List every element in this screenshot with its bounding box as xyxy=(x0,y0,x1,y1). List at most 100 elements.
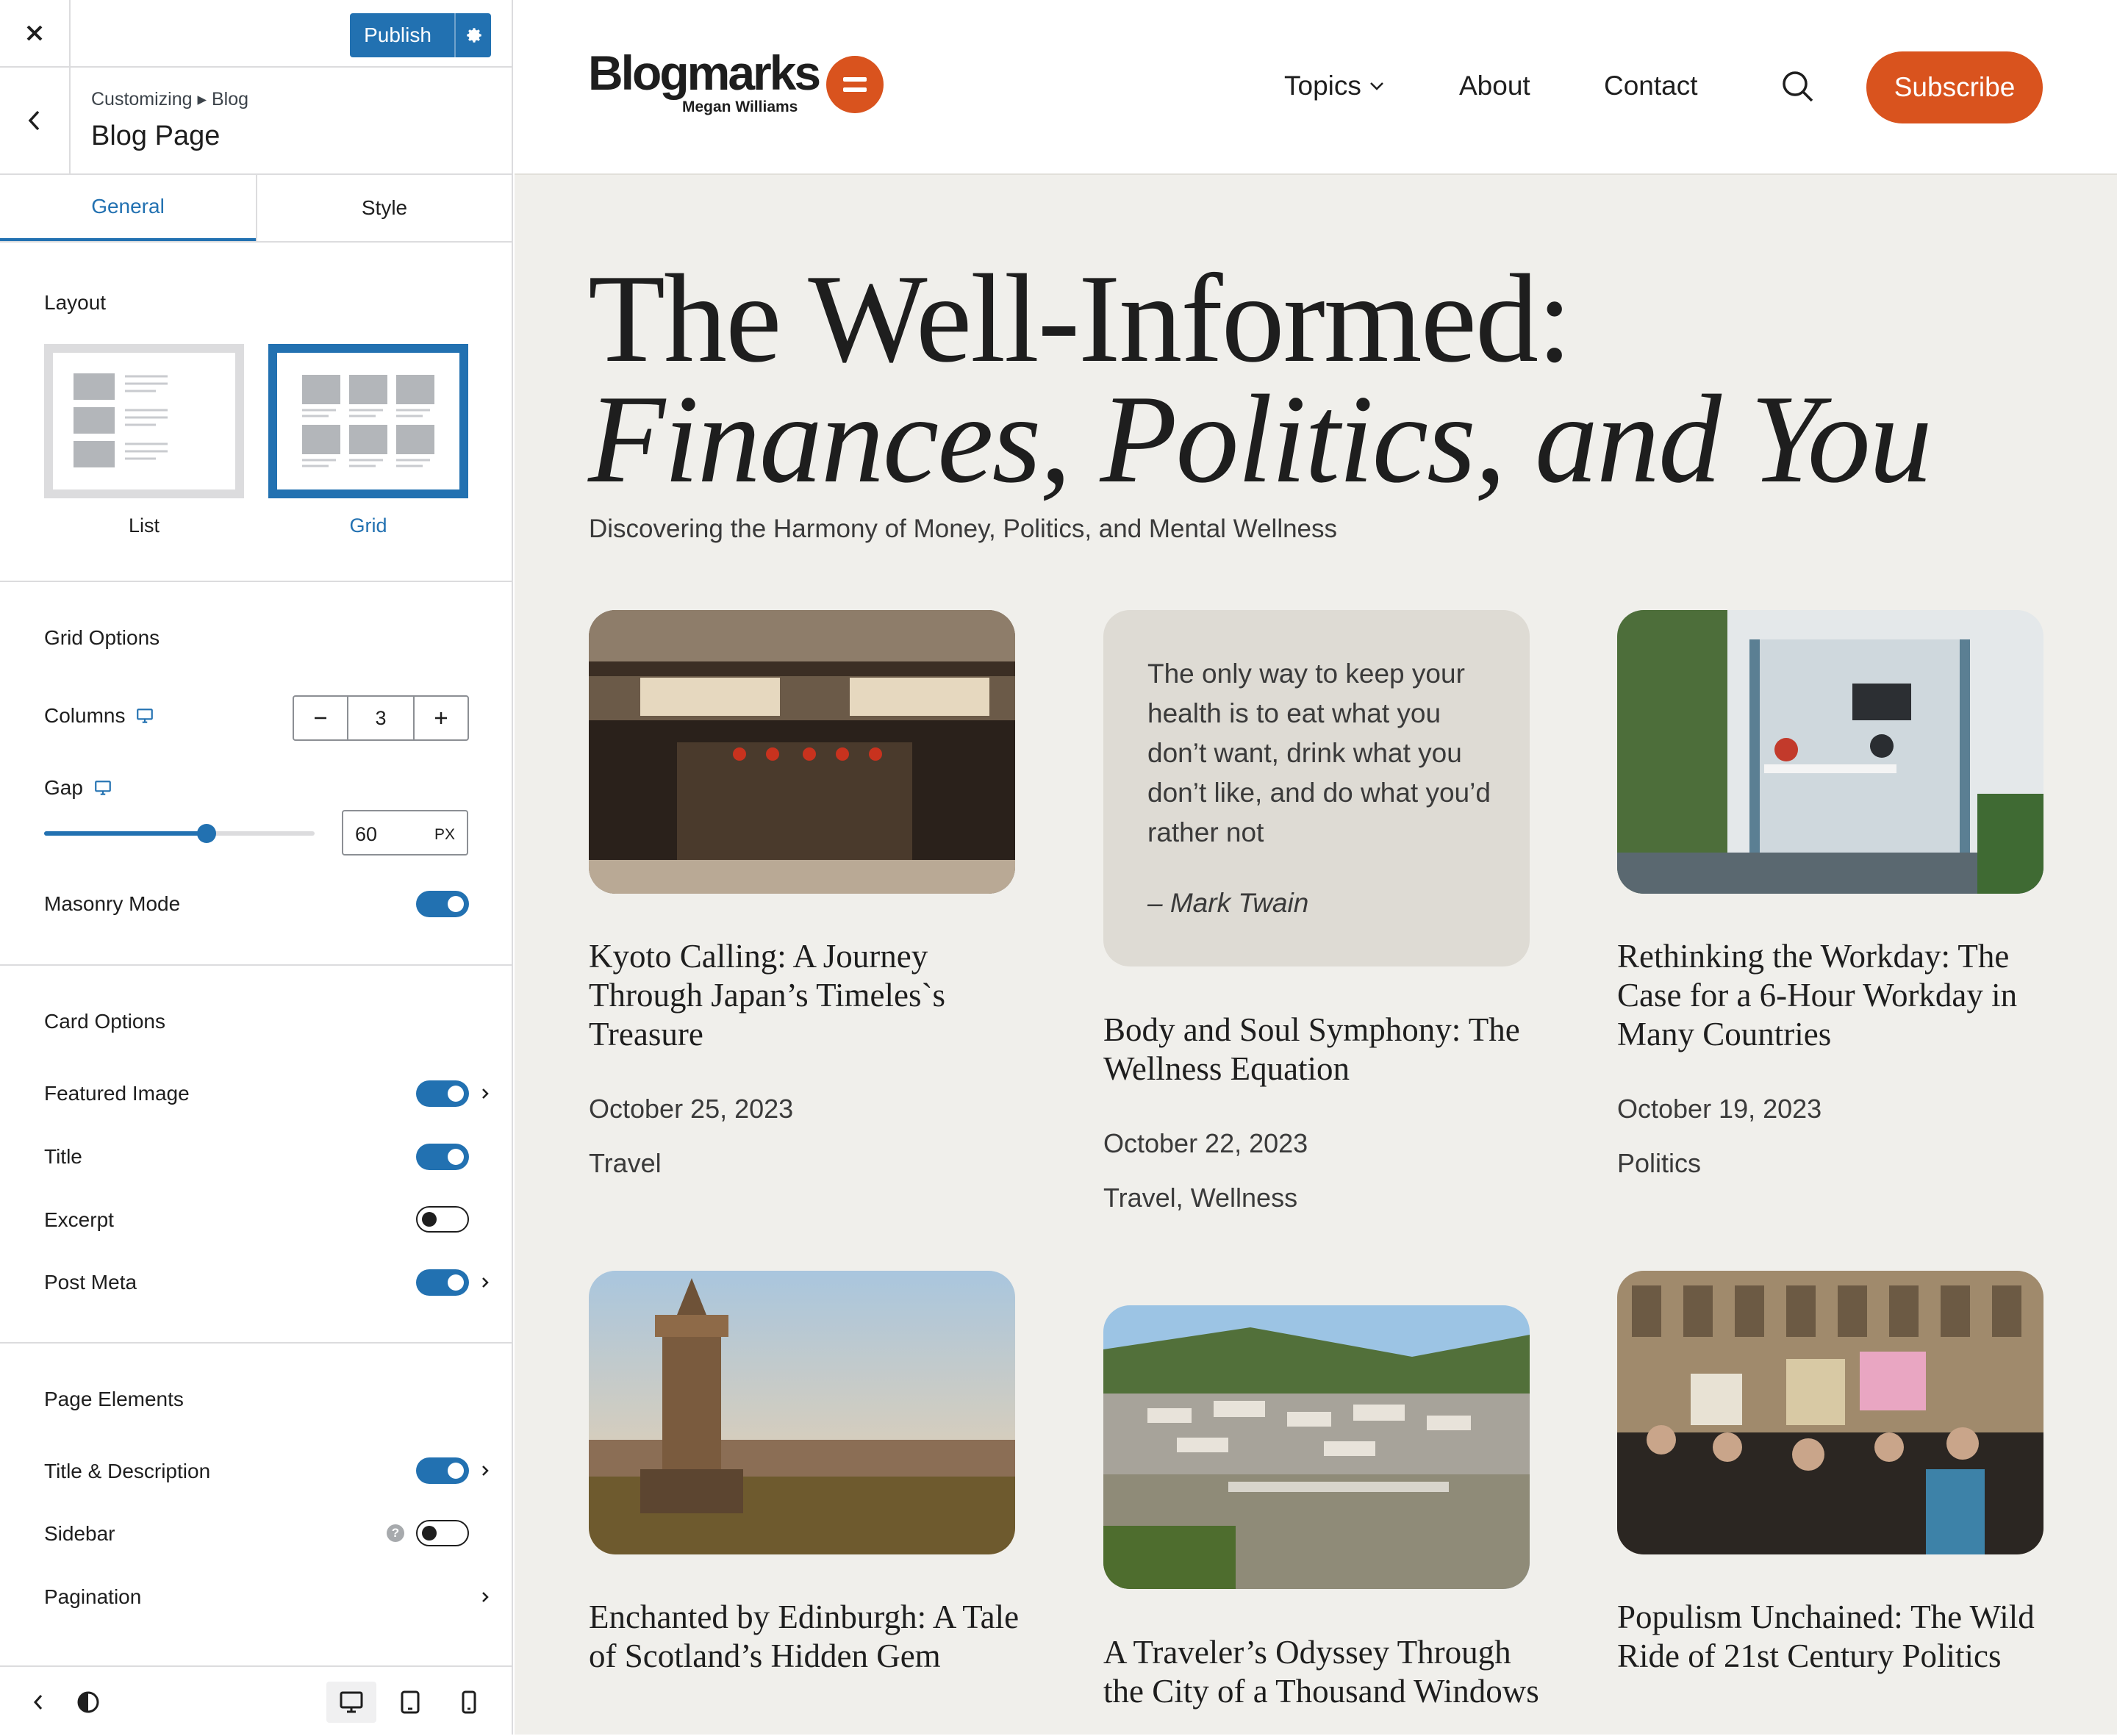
publish-button[interactable]: Publish xyxy=(350,13,491,57)
pagination-label: Pagination xyxy=(44,1585,142,1608)
gap-input[interactable]: 60 PX xyxy=(342,810,468,856)
gap-label-row: Gap xyxy=(44,776,112,800)
grid-options-title: Grid Options xyxy=(44,626,160,649)
site-author: Megan Williams xyxy=(682,98,798,115)
quote-text: The only way to keep your health is to e… xyxy=(1147,659,1491,847)
post-title[interactable]: Enchanted by Edinburgh: A Tale of Scotla… xyxy=(589,1598,1030,1676)
featured-image-label: Featured Image xyxy=(44,1082,190,1105)
post-featured-image[interactable] xyxy=(589,610,1015,894)
gap-slider[interactable] xyxy=(44,824,315,843)
post-category[interactable]: Travel xyxy=(589,1148,662,1179)
post-date: October 19, 2023 xyxy=(1617,1094,1822,1124)
masonry-toggle[interactable] xyxy=(416,891,469,917)
post-title[interactable]: A Traveler’s Odyssey Through the City of… xyxy=(1103,1633,1544,1711)
sidebar-toggle[interactable] xyxy=(416,1520,469,1546)
contrast-toggle-button[interactable] xyxy=(69,1682,107,1723)
chevron-right-icon[interactable] xyxy=(478,1463,492,1478)
gear-icon xyxy=(467,28,481,43)
contrast-icon xyxy=(77,1691,99,1713)
mobile-preview-button[interactable] xyxy=(450,1682,488,1723)
blog-title-line2: Finances, Politics, and You xyxy=(588,370,1932,509)
site-header: Blogmarks Megan Williams Topics About Co… xyxy=(515,0,2117,175)
nav-topics[interactable]: Topics xyxy=(1284,71,1385,101)
collapse-sidebar-button[interactable] xyxy=(19,1682,57,1723)
decrement-button[interactable] xyxy=(294,697,347,739)
publish-settings-button[interactable] xyxy=(454,13,492,57)
columns-label: Columns xyxy=(44,704,126,727)
list-layout-icon xyxy=(74,373,168,467)
post-category[interactable]: Travel, Wellness xyxy=(1103,1183,1297,1213)
title-toggle[interactable] xyxy=(416,1144,469,1170)
search-icon xyxy=(1783,71,1813,102)
gap-label: Gap xyxy=(44,776,83,799)
gap-slider-handle[interactable] xyxy=(196,824,216,843)
post-featured-image[interactable] xyxy=(1103,1305,1530,1589)
gap-unit: PX xyxy=(434,826,455,843)
increment-button[interactable] xyxy=(415,697,468,739)
help-icon[interactable]: ? xyxy=(387,1524,404,1542)
customizer-section-header: Customizing ▸ Blog Blog Page xyxy=(0,68,512,175)
excerpt-label: Excerpt xyxy=(44,1208,114,1231)
layout-option-list-label: List xyxy=(128,514,160,537)
chevron-right-icon[interactable] xyxy=(478,1275,492,1290)
page-title: Blog Page xyxy=(91,121,221,151)
chevron-left-icon xyxy=(28,110,40,131)
edinburgh-monument-image xyxy=(589,1271,1015,1554)
berat-city-image xyxy=(1103,1305,1530,1589)
grid-layout-icon xyxy=(302,375,434,467)
tab-style[interactable]: Style xyxy=(256,175,512,241)
excerpt-toggle[interactable] xyxy=(416,1206,469,1233)
search-button[interactable] xyxy=(1780,69,1816,108)
title-description-toggle[interactable] xyxy=(416,1457,469,1484)
gap-slider-fill xyxy=(44,831,207,836)
title-description-label: Title & Description xyxy=(44,1460,211,1482)
columns-value[interactable]: 3 xyxy=(347,697,415,739)
post-meta-toggle[interactable] xyxy=(416,1269,469,1296)
customizer-tabs: General Style xyxy=(0,175,512,243)
columns-stepper: 3 xyxy=(293,695,469,741)
subscribe-button[interactable]: Subscribe xyxy=(1866,51,2043,123)
layout-option-list[interactable] xyxy=(44,344,244,498)
layout-option-grid[interactable] xyxy=(268,344,468,498)
post-meta-label: Post Meta xyxy=(44,1271,137,1294)
post-category[interactable]: Politics xyxy=(1617,1148,1701,1179)
post-featured-image[interactable] xyxy=(1617,610,2043,894)
close-button[interactable] xyxy=(0,0,71,66)
section-divider xyxy=(0,964,512,966)
desktop-preview-button[interactable] xyxy=(326,1682,376,1723)
post-featured-image[interactable] xyxy=(589,1271,1015,1554)
chevron-right-icon[interactable] xyxy=(478,1590,492,1604)
featured-image-toggle[interactable] xyxy=(416,1080,469,1107)
layout-section-title: Layout xyxy=(44,291,107,314)
page-elements-title: Page Elements xyxy=(44,1388,184,1410)
plus-icon xyxy=(435,712,447,724)
masonry-label: Masonry Mode xyxy=(44,892,181,915)
nav-topics-label: Topics xyxy=(1284,71,1361,101)
nav-about[interactable]: About xyxy=(1459,71,1530,101)
close-icon xyxy=(26,25,43,41)
desktop-icon xyxy=(340,1691,363,1713)
post-title[interactable]: Rethinking the Workday: The Case for a 6… xyxy=(1617,937,2058,1054)
chevron-right-icon[interactable] xyxy=(478,1086,492,1101)
back-button[interactable] xyxy=(0,68,71,173)
blog-title-line1: The Well-Informed: xyxy=(588,249,1572,389)
post-title[interactable]: Kyoto Calling: A Journey Through Japan’s… xyxy=(589,937,1030,1054)
desktop-responsive-icon[interactable] xyxy=(135,706,154,725)
customizer-topbar: Publish xyxy=(0,0,512,68)
sidebar-option-label: Sidebar xyxy=(44,1522,115,1545)
card-options-title: Card Options xyxy=(44,1010,165,1033)
nav-contact[interactable]: Contact xyxy=(1604,71,1698,101)
post-featured-image[interactable] xyxy=(1617,1271,2043,1554)
post-title[interactable]: Body and Soul Symphony: The Wellness Equ… xyxy=(1103,1011,1544,1088)
tablet-preview-button[interactable] xyxy=(391,1682,429,1723)
tablet-icon xyxy=(401,1690,420,1714)
columns-label-row: Columns xyxy=(44,704,154,728)
quote-author: – Mark Twain xyxy=(1147,888,1309,918)
minus-icon xyxy=(315,717,326,720)
site-logo[interactable]: Blogmarks xyxy=(588,49,821,97)
tab-general[interactable]: General xyxy=(0,175,256,241)
customizer-sidebar: Publish Customizing ▸ Blog Blog Page Gen… xyxy=(0,0,513,1736)
section-divider xyxy=(0,581,512,582)
post-title[interactable]: Populism Unchained: The Wild Ride of 21s… xyxy=(1617,1598,2058,1676)
desktop-responsive-icon[interactable] xyxy=(93,778,112,797)
